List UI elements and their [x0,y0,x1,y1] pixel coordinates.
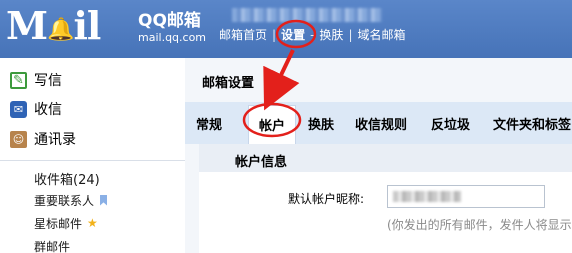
folder-group-label: 群邮件 [34,239,71,253]
folder-starred-label: 星标邮件 [34,216,83,231]
nickname-label: 默认帐户昵称: [288,192,365,206]
tab-account[interactable]: 帐户 [248,105,297,144]
section-title: 帐户信息 [199,144,572,172]
compose-button[interactable]: ✎ 写信 [10,68,62,92]
mail-logo[interactable]: M🔔il [6,2,101,54]
nav-separator: - [310,27,315,42]
tab-anti-spam[interactable]: 反垃圾 [431,114,470,133]
top-nav: 邮箱首页 | 设置 - 换肤 | 域名邮箱 [219,26,406,43]
folder-inbox-label: 收件箱(24) [34,172,100,188]
tab-general[interactable]: 常规 [196,114,222,133]
left-sidebar: ✎ 写信 ✉ 收信 ☺ 通讯录 收件箱(24) 重要联系人 星标邮件 ★ 群邮件 [0,58,185,253]
folder-group-mail[interactable]: 群邮件 [34,237,70,253]
page-title: 邮箱设置 [202,76,255,91]
account-panel: 帐户信息 默认帐户昵称: (你发出的所有邮件，发件人将显示 [199,144,572,253]
receive-button[interactable]: ✉ 收信 [10,97,62,121]
nickname-value-redacted [393,191,461,202]
top-header: M🔔il QQ邮箱 mail.qq.com 邮箱首页 | 设置 - 换肤 | 域… [0,0,572,58]
contacts-icon: ☺ [10,130,27,148]
folder-important-label: 重要联系人 [34,193,95,208]
logo-text-tail: il [73,3,101,48]
nav-separator: | [348,27,353,42]
settings-main: 邮箱设置 常规 帐户 换肤 收信规则 反垃圾 文件夹和标签 帐户信息 默认帐户昵… [185,58,572,253]
account-name-redacted [232,8,382,22]
inbox-icon: ✉ [10,100,27,118]
folder-important-contacts[interactable]: 重要联系人 [34,191,108,209]
contacts-button[interactable]: ☺ 通讯录 [10,127,76,151]
folder-starred[interactable]: 星标邮件 ★ [34,214,98,232]
tab-receive-rules[interactable]: 收信规则 [355,114,407,133]
brand-name: QQ邮箱 [138,11,201,31]
tab-folders-tags[interactable]: 文件夹和标签 [493,114,571,133]
tab-skin[interactable]: 换肤 [308,114,334,133]
nickname-hint: (你发出的所有邮件，发件人将显示 [387,218,572,232]
flag-icon [100,194,108,206]
nav-domain-mail[interactable]: 域名邮箱 [357,26,405,43]
bell-icon: 🔔 [47,16,74,43]
star-icon: ★ [87,216,98,230]
nav-settings[interactable]: 设置 [281,26,305,43]
compose-label: 写信 [34,73,62,89]
nav-separator: | [272,27,277,42]
folder-inbox[interactable]: 收件箱(24) [34,169,100,188]
nickname-input[interactable] [387,185,545,208]
settings-tabbar: 常规 帐户 换肤 收信规则 反垃圾 文件夹和标签 [185,102,572,144]
compose-icon: ✎ [10,71,27,89]
receive-label: 收信 [34,102,62,118]
sidebar-divider [0,160,185,161]
nav-skin[interactable]: 换肤 [319,26,343,43]
nav-mail-home[interactable]: 邮箱首页 [219,26,267,43]
contacts-label: 通讯录 [34,132,76,148]
brand-domain: mail.qq.com [138,31,207,44]
